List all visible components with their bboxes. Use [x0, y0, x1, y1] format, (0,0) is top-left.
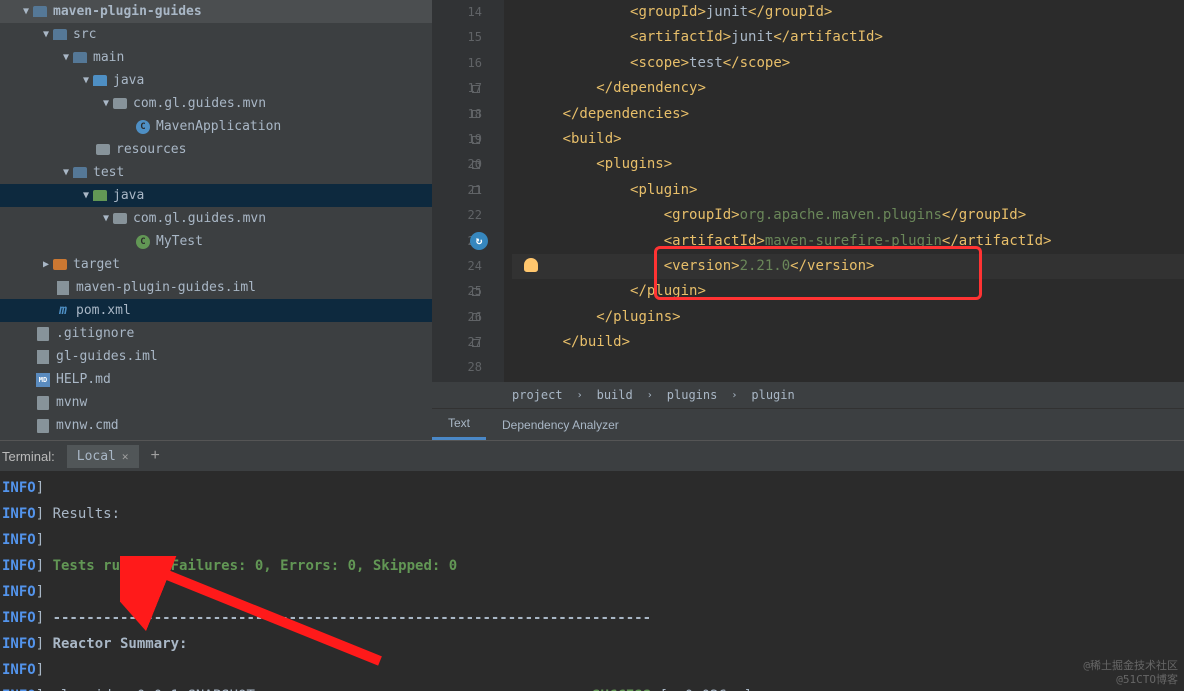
chevron-down-icon: ▼	[20, 6, 32, 17]
line-gutter: 14 15 16 17 18 19 20 21 22 23 24 25 26 2…	[432, 0, 504, 382]
tree-package-main[interactable]: ▼ com.gl.guides.mvn	[0, 92, 432, 115]
chevron-down-icon: ▼	[100, 98, 112, 109]
fold-marker[interactable]	[472, 110, 480, 118]
chevron-down-icon: ▼	[40, 29, 52, 40]
fold-marker[interactable]	[472, 288, 480, 296]
tree-root[interactable]: ▼ maven-plugin-guides	[0, 0, 432, 23]
close-icon[interactable]: ✕	[122, 450, 129, 463]
tree-label: java	[113, 188, 144, 203]
tree-mvnw[interactable]: mvnw	[0, 391, 432, 414]
tree-label: com.gl.guides.mvn	[133, 211, 266, 226]
file-icon	[37, 350, 49, 364]
fold-marker[interactable]	[472, 186, 480, 194]
tree-label: maven-plugin-guides	[53, 4, 202, 19]
tree-label: main	[93, 50, 124, 65]
chevron-right-icon: ›	[731, 390, 737, 401]
tree-pom[interactable]: m pom.xml	[0, 299, 432, 322]
tree-label: test	[93, 165, 124, 180]
tree-iml[interactable]: maven-plugin-guides.iml	[0, 276, 432, 299]
terminal-text: ----------------------------------------…	[53, 610, 651, 626]
terminal-text: Reactor Summary:	[53, 636, 188, 652]
tree-java-main[interactable]: ▼ java	[0, 69, 432, 92]
chevron-down-icon: ▼	[80, 75, 92, 86]
chevron-down-icon: ▼	[60, 52, 72, 63]
tree-label: pom.xml	[76, 303, 131, 318]
fold-marker[interactable]	[472, 161, 480, 169]
tree-mytest-class[interactable]: C MyTest	[0, 230, 432, 253]
chevron-down-icon: ▼	[80, 190, 92, 201]
add-terminal-button[interactable]: +	[151, 447, 160, 465]
file-icon	[37, 419, 49, 433]
tree-label: java	[113, 73, 144, 88]
code-content[interactable]: ↻ <groupId>junit</groupId> <artifactId>j…	[504, 0, 1184, 382]
chevron-right-icon: ▶	[40, 259, 52, 270]
chevron-right-icon: ›	[577, 390, 583, 401]
tree-label: target	[73, 257, 120, 272]
tree-mvnwcmd[interactable]: mvnw.cmd	[0, 414, 432, 437]
fold-marker[interactable]	[472, 136, 480, 144]
terminal-text: Tests run: 1, Failures: 0, Errors: 0, Sk…	[53, 558, 458, 574]
chevron-down-icon: ▼	[100, 213, 112, 224]
tree-label: src	[73, 27, 96, 42]
tree-label: MyTest	[156, 234, 203, 249]
breadcrumb-item[interactable]: plugin	[751, 388, 794, 402]
file-icon	[37, 327, 49, 341]
tab-dependency-analyzer[interactable]: Dependency Analyzer	[486, 409, 635, 440]
fold-marker[interactable]	[472, 339, 480, 347]
tree-label: maven-plugin-guides.iml	[76, 280, 256, 295]
breadcrumb-item[interactable]: build	[597, 388, 633, 402]
project-tree[interactable]: ▼maven-plugin-guides ▼src ▼main ▼java ▼c…	[0, 0, 432, 440]
tree-app-class[interactable]: C MavenApplication	[0, 115, 432, 138]
maven-icon: m	[59, 303, 67, 318]
markdown-icon: MD	[36, 373, 50, 387]
intention-bulb-icon[interactable]	[524, 258, 538, 272]
tree-label: HELP.md	[56, 372, 111, 387]
fold-marker[interactable]	[472, 313, 480, 321]
editor-tabs: Text Dependency Analyzer	[432, 408, 1184, 440]
class-icon: C	[136, 235, 150, 249]
terminal-tab-local[interactable]: Local ✕	[67, 445, 139, 468]
watermark: @稀土掘金技术社区 @51CTO博客	[1083, 659, 1178, 687]
file-icon	[37, 396, 49, 410]
tree-label: mvnw.cmd	[56, 418, 119, 433]
tree-resources[interactable]: resources	[0, 138, 432, 161]
file-icon	[57, 281, 69, 295]
chevron-down-icon: ▼	[60, 167, 72, 178]
tree-main[interactable]: ▼ main	[0, 46, 432, 69]
breadcrumb-item[interactable]: project	[512, 388, 563, 402]
tree-java-test[interactable]: ▼ java	[0, 184, 432, 207]
tree-test[interactable]: ▼ test	[0, 161, 432, 184]
tree-src[interactable]: ▼ src	[0, 23, 432, 46]
code-editor[interactable]: 14 15 16 17 18 19 20 21 22 23 24 25 26 2…	[432, 0, 1184, 440]
tree-target[interactable]: ▶ target	[0, 253, 432, 276]
terminal-tabbar: Terminal: Local ✕ +	[0, 440, 1184, 471]
tree-label: mvnw	[56, 395, 87, 410]
breadcrumb: project › build › plugins › plugin	[432, 382, 1184, 408]
breadcrumb-item[interactable]: plugins	[667, 388, 718, 402]
tree-label: gl-guides.iml	[56, 349, 158, 364]
class-icon: C	[136, 120, 150, 134]
tree-package-test[interactable]: ▼ com.gl.guides.mvn	[0, 207, 432, 230]
fold-marker[interactable]	[472, 85, 480, 93]
terminal-output[interactable]: INFO] INFO] Results: INFO] INFO] Tests r…	[0, 471, 1184, 691]
terminal-label: Terminal:	[2, 449, 55, 464]
tree-help[interactable]: MD HELP.md	[0, 368, 432, 391]
tab-text[interactable]: Text	[432, 409, 486, 440]
tree-gitignore[interactable]: .gitignore	[0, 322, 432, 345]
tree-glguides[interactable]: gl-guides.iml	[0, 345, 432, 368]
tree-label: MavenApplication	[156, 119, 281, 134]
tree-label: .gitignore	[56, 326, 134, 341]
chevron-right-icon: ›	[647, 390, 653, 401]
terminal-tab-label: Local	[77, 449, 116, 464]
refactor-icon[interactable]: ↻	[470, 232, 488, 250]
terminal-text: Results:	[53, 506, 120, 522]
tree-label: com.gl.guides.mvn	[133, 96, 266, 111]
tree-label: resources	[116, 142, 186, 157]
